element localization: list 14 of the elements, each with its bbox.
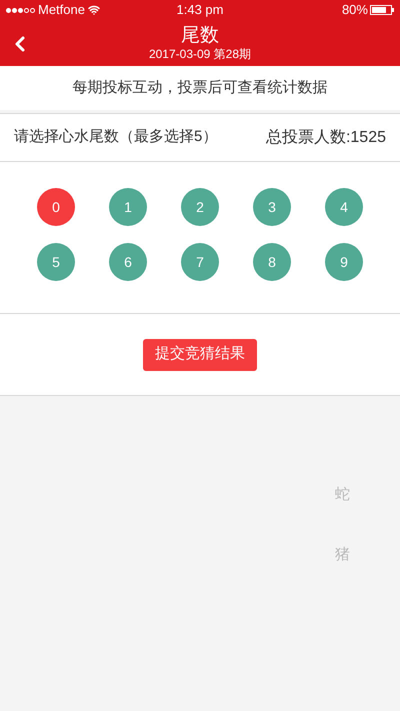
signal-icon xyxy=(6,8,35,12)
battery-icon xyxy=(370,5,394,15)
submit-button[interactable]: 提交竞猜结果 xyxy=(143,338,257,370)
carrier-name: Metfone xyxy=(38,1,85,20)
notice-text: 每期投标互动，投票后可查看统计数据 xyxy=(72,78,328,98)
selection-prompt: 请选择心水尾数（最多选择5） xyxy=(14,127,218,148)
wifi-icon xyxy=(88,4,100,16)
page-title: 尾数 xyxy=(181,25,219,47)
faint-label: 蛇 xyxy=(335,485,350,505)
faint-label: 猪 xyxy=(335,544,350,564)
total-votes: 总投票人数:1525 xyxy=(266,128,386,148)
battery-percent: 80% xyxy=(342,1,368,20)
status-time: 1:43 pm xyxy=(176,1,224,20)
page-subtitle: 2017-03-09 第28期 xyxy=(148,47,252,61)
